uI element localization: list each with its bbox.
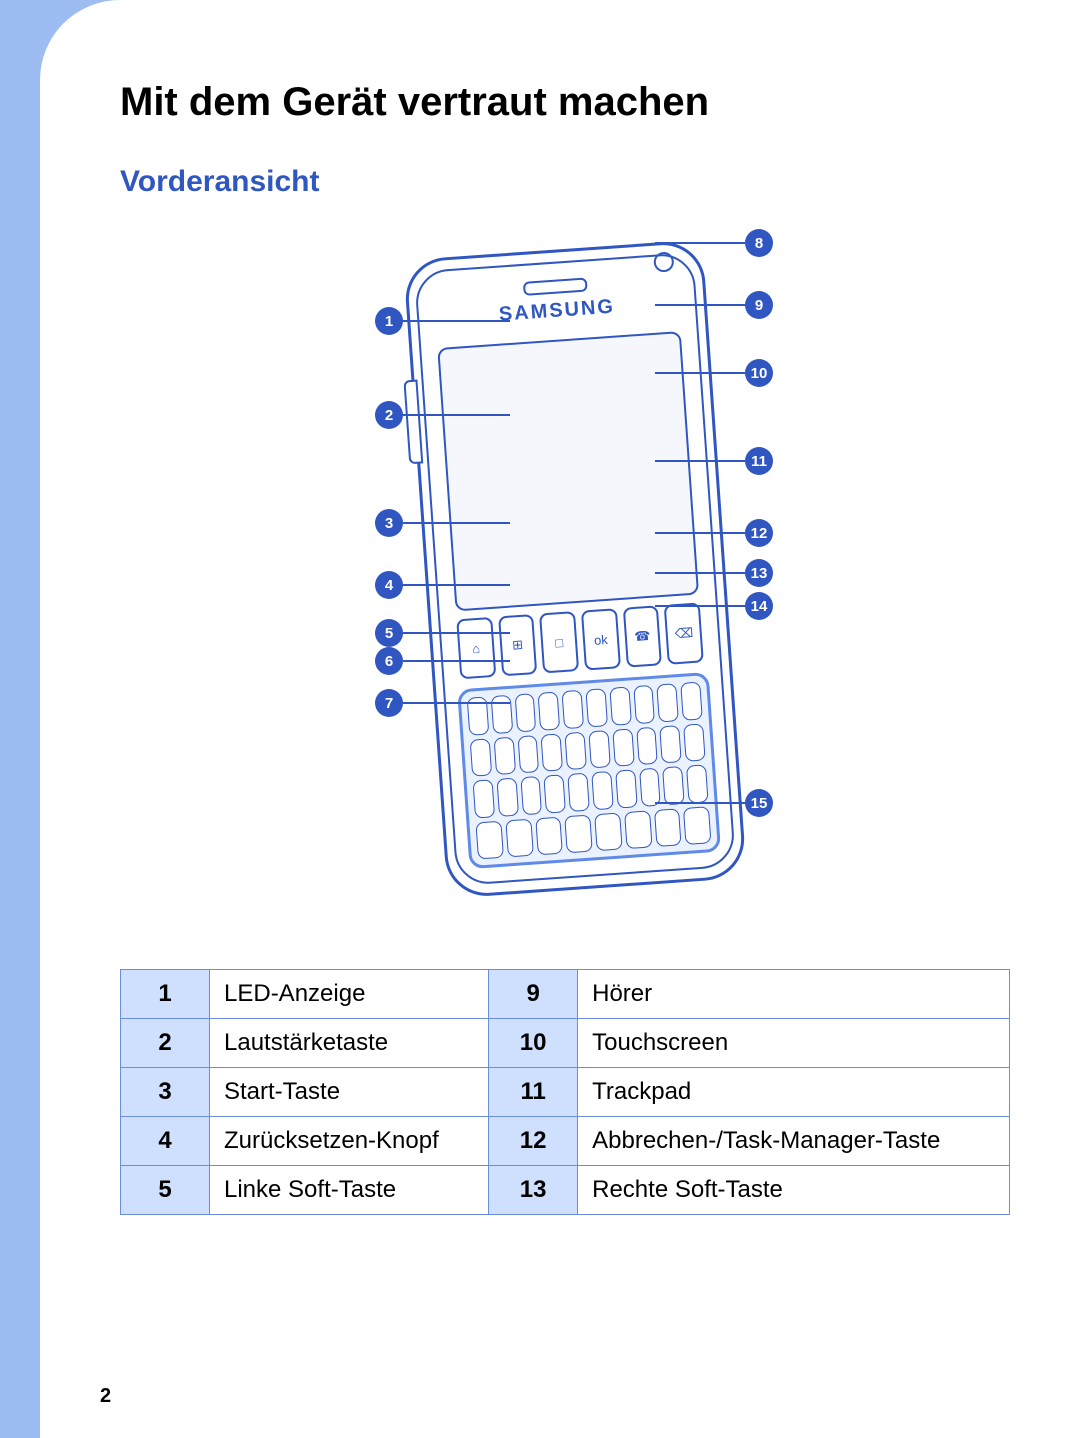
leader-line bbox=[655, 372, 745, 374]
callout-bubble: 9 bbox=[745, 291, 773, 319]
nav-button-icon: ☎ bbox=[623, 605, 663, 667]
leader-line bbox=[403, 584, 510, 586]
legend-label: Abbrechen-/Task-Manager-Taste bbox=[578, 1117, 1010, 1166]
legend-number: 13 bbox=[489, 1166, 578, 1215]
nav-button-icon: ⌫ bbox=[664, 602, 704, 664]
leader-line bbox=[403, 320, 510, 322]
table-row: 3Start-Taste11Trackpad bbox=[121, 1068, 1010, 1117]
callout-bubble: 14 bbox=[745, 592, 773, 620]
callout-bubble: 5 bbox=[375, 619, 403, 647]
callout-bubble: 6 bbox=[375, 647, 403, 675]
leader-line bbox=[655, 304, 745, 306]
legend-number: 4 bbox=[121, 1117, 210, 1166]
callout-bubble: 10 bbox=[745, 359, 773, 387]
legend-label: Rechte Soft-Taste bbox=[578, 1166, 1010, 1215]
legend-label: Hörer bbox=[578, 970, 1010, 1019]
callout-bubble: 3 bbox=[375, 509, 403, 537]
nav-button-icon: ⊞ bbox=[498, 614, 538, 676]
legend-number: 1 bbox=[121, 970, 210, 1019]
page-number: 2 bbox=[100, 1385, 111, 1408]
leader-line bbox=[655, 242, 745, 244]
document-page: Mit dem Gerät vertraut machen Vorderansi… bbox=[0, 0, 1080, 1438]
nav-button-icon: ⌂ bbox=[456, 617, 496, 679]
legend-label: Start-Taste bbox=[210, 1068, 489, 1117]
callout-bubble: 12 bbox=[745, 519, 773, 547]
nav-button-icon: □ bbox=[539, 611, 579, 673]
callout-bubble: 4 bbox=[375, 571, 403, 599]
nav-button-icon: ok bbox=[581, 608, 621, 670]
callout-bubble: 15 bbox=[745, 789, 773, 817]
callout-bubble: 7 bbox=[375, 689, 403, 717]
legend-number: 11 bbox=[489, 1068, 578, 1117]
section-heading: Vorderansicht bbox=[120, 165, 1010, 199]
leader-line bbox=[403, 522, 510, 524]
legend-label: Zurücksetzen-Knopf bbox=[210, 1117, 489, 1166]
leader-line bbox=[655, 802, 745, 804]
page-title: Mit dem Gerät vertraut machen bbox=[120, 80, 1010, 125]
leader-line bbox=[403, 660, 510, 662]
leader-line bbox=[403, 414, 510, 416]
leader-line bbox=[403, 702, 510, 704]
leader-line bbox=[655, 605, 745, 607]
legend-table: 1LED-Anzeige9Hörer2Lautstärketaste10Touc… bbox=[120, 969, 1010, 1215]
leader-line bbox=[655, 460, 745, 462]
page-card: Mit dem Gerät vertraut machen Vorderansi… bbox=[40, 0, 1080, 1438]
legend-label: Touchscreen bbox=[578, 1019, 1010, 1068]
legend-number: 3 bbox=[121, 1068, 210, 1117]
table-row: 4Zurücksetzen-Knopf12Abbrechen-/Task-Man… bbox=[121, 1117, 1010, 1166]
legend-number: 10 bbox=[489, 1019, 578, 1068]
table-row: 2Lautstärketaste10Touchscreen bbox=[121, 1019, 1010, 1068]
leader-line bbox=[655, 532, 745, 534]
leader-line bbox=[655, 572, 745, 574]
legend-number: 12 bbox=[489, 1117, 578, 1166]
legend-label: Linke Soft-Taste bbox=[210, 1166, 489, 1215]
callout-bubble: 8 bbox=[745, 229, 773, 257]
legend-number: 2 bbox=[121, 1019, 210, 1068]
leader-line bbox=[403, 632, 510, 634]
legend-label: Trackpad bbox=[578, 1068, 1010, 1117]
callout-bubble: 1 bbox=[375, 307, 403, 335]
diagram-container: SAMSUNG ⌂⊞□ok☎⌫ 123456789101112131415 bbox=[120, 229, 1010, 929]
legend-number: 5 bbox=[121, 1166, 210, 1215]
table-row: 1LED-Anzeige9Hörer bbox=[121, 970, 1010, 1019]
legend-label: Lautstärketaste bbox=[210, 1019, 489, 1068]
legend-label: LED-Anzeige bbox=[210, 970, 489, 1019]
callout-bubble: 11 bbox=[745, 447, 773, 475]
phone-illustration: SAMSUNG ⌂⊞□ok☎⌫ bbox=[403, 239, 747, 898]
legend-number: 9 bbox=[489, 970, 578, 1019]
callout-bubble: 13 bbox=[745, 559, 773, 587]
phone-diagram: SAMSUNG ⌂⊞□ok☎⌫ 123456789101112131415 bbox=[265, 229, 865, 929]
callout-bubble: 2 bbox=[375, 401, 403, 429]
table-row: 5Linke Soft-Taste13Rechte Soft-Taste bbox=[121, 1166, 1010, 1215]
